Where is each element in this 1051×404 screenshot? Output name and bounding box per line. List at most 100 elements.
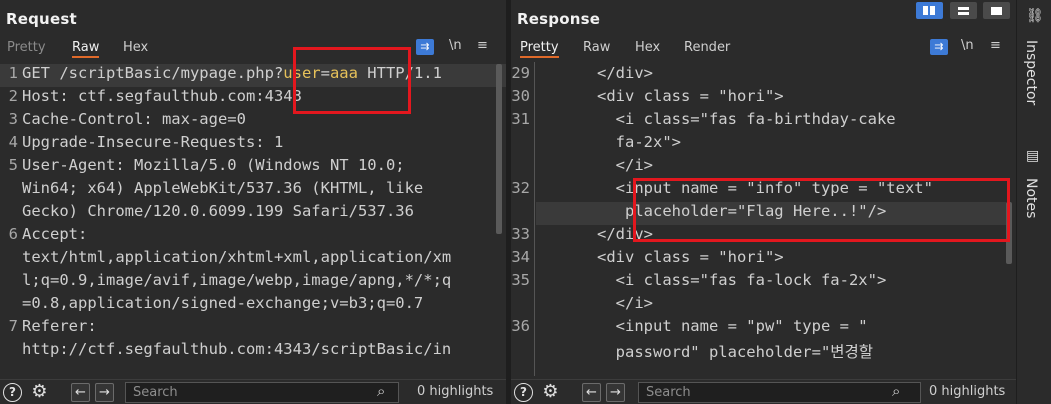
response-search-input[interactable] — [646, 385, 920, 400]
response-pane: Response Pretty Raw Hex Render ⇉ \n ≡ 29… — [511, 0, 1016, 404]
tab-render[interactable]: Render — [684, 40, 730, 55]
response-line-text: <input name = "pw" type = " — [541, 317, 868, 335]
line-number: 2 — [8, 87, 18, 105]
layout-stacked-icon[interactable] — [950, 2, 977, 19]
request-line-text: Win64; x64) AppleWebKit/537.36 (KHTML, l… — [22, 179, 424, 197]
request-line-text: User-Agent: Mozilla/5.0 (Windows NT 10.0… — [22, 156, 405, 174]
response-line-text: </i> — [541, 156, 653, 174]
layout-tabs-icon[interactable] — [983, 2, 1010, 19]
response-tabs: Pretty Raw Hex Render ⇉ \n ≡ — [511, 38, 1016, 60]
tab-pretty[interactable]: Pretty — [520, 40, 559, 58]
response-line: 34 <div class = "hori"> — [511, 248, 1016, 271]
response-line: 31 <i class="fas fa-birthday-cake — [511, 110, 1016, 133]
line-number: 33 — [511, 225, 530, 243]
request-line-text: Gecko) Chrome/120.0.6099.199 Safari/537.… — [22, 202, 414, 220]
response-line: 36 <input name = "pw" type = " — [511, 317, 1016, 340]
settings-icon[interactable]: ⚙ — [30, 383, 49, 402]
line-number: 7 — [8, 317, 18, 335]
request-scrollbar[interactable] — [496, 64, 502, 234]
request-line: 1 GET /scriptBasic/mypage.php?user=aaa H… — [0, 64, 506, 87]
line-number: 35 — [511, 271, 530, 289]
request-line-wrap: =0.8,application/signed-exchange;v=b3;q=… — [0, 294, 506, 317]
tab-hex[interactable]: Hex — [635, 40, 660, 55]
response-line-wrap: fa-2x"> — [511, 133, 1016, 156]
request-editor[interactable]: 1 GET /scriptBasic/mypage.php?user=aaa H… — [0, 62, 506, 376]
response-line-text: </div> — [541, 64, 653, 82]
side-panel: ⛓ Inspector ▤ Notes — [1016, 0, 1051, 404]
line-number: 6 — [8, 225, 18, 243]
wrap-lines-icon[interactable]: ⇉ — [416, 39, 434, 55]
request-line-wrap: text/html,application/xhtml+xml,applicat… — [0, 248, 506, 271]
request-line-text: Referer: — [22, 317, 97, 335]
response-line-text: <i class="fas fa-birthday-cake — [541, 110, 896, 128]
forward-arrow-icon[interactable]: → — [95, 383, 114, 402]
back-arrow-icon[interactable]: ← — [71, 383, 90, 402]
line-number: 5 — [8, 156, 18, 174]
menu-icon[interactable]: ≡ — [477, 38, 488, 53]
response-line-text: </i> — [541, 294, 653, 312]
tab-raw[interactable]: Raw — [583, 40, 610, 55]
request-search-field[interactable] — [125, 382, 399, 403]
request-highlights-count: 0 highlights — [417, 384, 494, 399]
notes-tab[interactable]: Notes — [1023, 178, 1039, 218]
response-line-text: password" placeholder="변경할 — [541, 343, 874, 361]
request-line-text: Cache-Control: max-age=0 — [22, 110, 246, 128]
request-line-text: text/html,application/xhtml+xml,applicat… — [22, 248, 452, 266]
response-line-wrap: </i> — [511, 156, 1016, 179]
line-number: 31 — [511, 110, 530, 128]
tab-hex[interactable]: Hex — [123, 40, 148, 55]
response-line: 29 </div> — [511, 64, 1016, 87]
response-title: Response — [517, 10, 601, 28]
line-number: 4 — [8, 133, 18, 151]
line-number: 32 — [511, 179, 530, 197]
request-search-input[interactable] — [133, 385, 398, 400]
wrap-lines-icon[interactable]: ⇉ — [930, 39, 948, 55]
inspector-tab[interactable]: Inspector — [1023, 40, 1039, 105]
menu-icon[interactable]: ≡ — [990, 38, 1001, 53]
request-line-text: http://ctf.segfaulthub.com:4343/scriptBa… — [22, 340, 452, 358]
request-line-text: Host: ctf.segfaulthub.com:4343 — [22, 87, 302, 105]
request-line: 6 Accept: — [0, 225, 506, 248]
response-line-wrap: password" placeholder="변경할 — [511, 340, 1016, 363]
annotation-box — [293, 47, 411, 114]
notes-icon[interactable]: ▤ — [1026, 148, 1039, 164]
line-number: 29 — [511, 64, 530, 82]
annotation-box — [633, 178, 1010, 242]
show-newlines-button[interactable]: \n — [449, 38, 462, 53]
response-search-field[interactable] — [638, 382, 921, 403]
request-line-text: =0.8,application/signed-exchange;v=b3;q=… — [22, 294, 424, 312]
forward-arrow-icon[interactable]: → — [606, 383, 625, 402]
request-line-text: Accept: — [22, 225, 88, 243]
request-line: 4 Upgrade-Insecure-Requests: 1 — [0, 133, 506, 156]
request-line: 5 User-Agent: Mozilla/5.0 (Windows NT 10… — [0, 156, 506, 179]
tab-pretty[interactable]: Pretty — [7, 40, 46, 55]
line-number: 34 — [511, 248, 530, 266]
response-footer: ? ⚙ ← → ⌕ 0 highlights — [511, 379, 1016, 404]
help-icon[interactable]: ? — [514, 383, 533, 402]
line-number: 1 — [8, 64, 18, 82]
help-icon[interactable]: ? — [3, 383, 22, 402]
search-icon[interactable]: ⌕ — [892, 382, 900, 400]
request-line-wrap: Gecko) Chrome/120.0.6099.199 Safari/537.… — [0, 202, 506, 225]
request-line: 2 Host: ctf.segfaulthub.com:4343 — [0, 87, 506, 110]
request-title: Request — [6, 10, 77, 28]
response-line-text: fa-2x"> — [541, 133, 681, 151]
request-line: 3 Cache-Control: max-age=0 — [0, 110, 506, 133]
layout-side-by-side-icon[interactable] — [916, 2, 943, 19]
response-line-text: <div class = "hori"> — [541, 248, 784, 266]
settings-icon[interactable]: ⚙ — [541, 383, 560, 402]
tab-raw[interactable]: Raw — [72, 40, 100, 58]
response-line-text: <i class="fas fa-lock fa-2x"> — [541, 271, 887, 289]
request-line-wrap: Win64; x64) AppleWebKit/537.36 (KHTML, l… — [0, 179, 506, 202]
show-newlines-button[interactable]: \n — [961, 38, 974, 53]
response-line-wrap: </i> — [511, 294, 1016, 317]
line-number: 36 — [511, 317, 530, 335]
request-pane: Request Pretty Raw Hex ⇉ \n ≡ 1 GET /scr… — [0, 0, 506, 404]
back-arrow-icon[interactable]: ← — [582, 383, 601, 402]
request-line-text: Upgrade-Insecure-Requests: 1 — [22, 133, 284, 151]
search-icon[interactable]: ⌕ — [377, 382, 385, 400]
response-line: 30 <div class = "hori"> — [511, 87, 1016, 110]
inspector-icon[interactable]: ⛓ — [1026, 8, 1044, 24]
request-line: 7 Referer: — [0, 317, 506, 340]
request-line-text: l;q=0.9,image/avif,image/webp,image/apng… — [22, 271, 452, 289]
